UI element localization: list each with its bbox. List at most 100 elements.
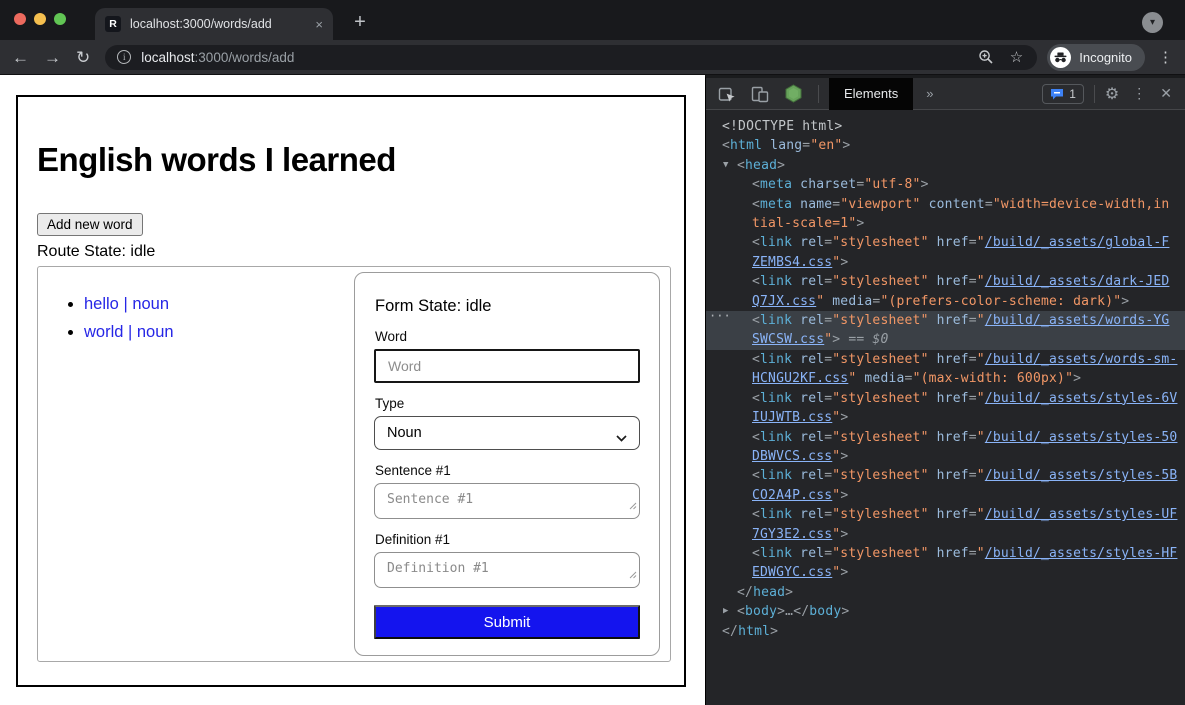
- incognito-label: Incognito: [1079, 50, 1132, 65]
- code-token: href: [929, 391, 969, 406]
- browser-tab[interactable]: R localhost:3000/words/add ×: [95, 8, 333, 40]
- code-token: </: [722, 624, 738, 639]
- new-tab-button[interactable]: +: [348, 10, 372, 34]
- code-token: "en": [810, 138, 842, 153]
- dom-tree-node[interactable]: HCNGU2KF.css" media="(max-width: 600px)"…: [706, 369, 1185, 388]
- dom-tree-node[interactable]: <meta charset="utf-8">: [706, 175, 1185, 194]
- tab-elements[interactable]: Elements: [829, 78, 913, 110]
- dom-tree-node[interactable]: </head>: [706, 583, 1185, 602]
- node-extension-icon[interactable]: [784, 84, 803, 103]
- maximize-window-button[interactable]: [54, 13, 66, 25]
- forward-button[interactable]: →: [44, 49, 61, 66]
- code-token: meta: [760, 177, 792, 192]
- definition-textarea[interactable]: [374, 552, 640, 588]
- node-actions-dots-icon[interactable]: ···: [709, 307, 731, 326]
- expand-arrow-open-icon[interactable]: ▼: [723, 156, 729, 175]
- dom-tree: <!DOCTYPE html><html lang="en">▼<head><m…: [706, 110, 1185, 686]
- code-token: HCNGU2KF.css: [752, 371, 848, 386]
- dom-tree-node[interactable]: ▼<head>: [706, 156, 1185, 175]
- dom-tree-node[interactable]: ▶<body>…</body>: [706, 602, 1185, 621]
- code-token: href: [929, 430, 969, 445]
- code-token: <: [752, 235, 760, 250]
- minimize-window-button[interactable]: [34, 13, 46, 25]
- resize-grip-icon[interactable]: [629, 566, 637, 584]
- more-panels-icon[interactable]: »: [926, 86, 932, 101]
- code-token: >: [785, 585, 793, 600]
- dom-tree-node[interactable]: SWCSW.css"> == $0: [706, 330, 1185, 349]
- code-token: body: [745, 604, 777, 619]
- dom-tree-node[interactable]: IUJWTB.css">: [706, 408, 1185, 427]
- word-input[interactable]: [374, 349, 640, 383]
- close-window-button[interactable]: [14, 13, 26, 25]
- tab-close-icon[interactable]: ×: [315, 17, 323, 32]
- code-token: "stylesheet": [832, 468, 928, 483]
- dom-tree-node[interactable]: ···<link rel="stylesheet" href="/build/_…: [706, 311, 1185, 330]
- devtools-menu-icon[interactable]: ⋮: [1132, 85, 1146, 102]
- word-link[interactable]: hello | noun: [84, 295, 169, 313]
- code-token: EDWGYC.css: [752, 565, 832, 580]
- dom-tree-node[interactable]: EDWGYC.css">: [706, 563, 1185, 582]
- code-token: link: [760, 546, 792, 561]
- zoom-page-icon[interactable]: [978, 49, 994, 65]
- code-token: </: [793, 604, 809, 619]
- dom-tree-node[interactable]: <link rel="stylesheet" href="/build/_ass…: [706, 466, 1185, 485]
- type-select[interactable]: Noun: [374, 416, 640, 450]
- page-info-icon[interactable]: i: [117, 50, 131, 64]
- dom-tree-node[interactable]: 7GY3E2.css">: [706, 525, 1185, 544]
- dom-tree-node[interactable]: ZEMBS4.css">: [706, 253, 1185, 272]
- code-token: media: [856, 371, 904, 386]
- dom-tree-node[interactable]: <meta name="viewport" content="width=dev…: [706, 195, 1185, 214]
- add-word-form: Form State: idle Word Type Noun: [354, 272, 660, 656]
- dom-tree-node[interactable]: tial-scale=1">: [706, 214, 1185, 233]
- dom-tree-node[interactable]: DBWVCS.css">: [706, 447, 1185, 466]
- code-token: =: [969, 430, 977, 445]
- code-token: <: [752, 430, 760, 445]
- dom-tree-node[interactable]: </html>: [706, 622, 1185, 641]
- code-token: "(prefers-color-scheme: dark)": [880, 294, 1121, 309]
- address-bar[interactable]: i localhost:3000/words/add ☆: [105, 45, 1037, 70]
- words-panel: hello | noun world | noun Form State: idl…: [37, 266, 671, 662]
- issues-counter[interactable]: 1: [1042, 84, 1084, 104]
- dom-tree-node[interactable]: <link rel="stylesheet" href="/build/_ass…: [706, 350, 1185, 369]
- expand-arrow-closed-icon[interactable]: ▶: [723, 602, 729, 621]
- dom-tree-node[interactable]: <!DOCTYPE html>: [706, 117, 1185, 136]
- issues-bubble-icon: [1050, 88, 1064, 100]
- page-title: English words I learned: [37, 141, 684, 179]
- inspect-element-icon[interactable]: [718, 85, 736, 103]
- code-token: >: [777, 604, 785, 619]
- code-token: charset: [792, 177, 856, 192]
- code-token: "stylesheet": [832, 391, 928, 406]
- code-token: /build/_assets/styles-HF: [985, 546, 1178, 561]
- code-token: href: [929, 468, 969, 483]
- devtools-close-icon[interactable]: ✕: [1160, 85, 1172, 102]
- dom-tree-node[interactable]: <link rel="stylesheet" href="/build/_ass…: [706, 505, 1185, 524]
- back-button[interactable]: ←: [12, 49, 29, 66]
- code-token: <: [752, 546, 760, 561]
- dom-tree-node[interactable]: <html lang="en">: [706, 136, 1185, 155]
- code-token: rel: [792, 468, 824, 483]
- device-toolbar-icon[interactable]: [751, 85, 769, 103]
- dom-tree-node[interactable]: <link rel="stylesheet" href="/build/_ass…: [706, 428, 1185, 447]
- remix-favicon-icon: R: [105, 16, 121, 32]
- dom-tree-node[interactable]: <link rel="stylesheet" href="/build/_ass…: [706, 544, 1185, 563]
- reload-button[interactable]: ↻: [76, 49, 90, 66]
- dom-tree-node[interactable]: CO2A4P.css">: [706, 486, 1185, 505]
- word-link[interactable]: world | noun: [84, 323, 174, 341]
- code-token: =: [969, 235, 977, 250]
- bookmark-star-icon[interactable]: ☆: [1010, 48, 1023, 66]
- dom-tree-node[interactable]: <link rel="stylesheet" href="/build/_ass…: [706, 389, 1185, 408]
- code-token: ==: [840, 332, 872, 347]
- browser-menu-icon[interactable]: ⋮: [1158, 48, 1173, 66]
- dom-tree-node[interactable]: Q7JX.css" media="(prefers-color-scheme: …: [706, 292, 1185, 311]
- resize-grip-icon[interactable]: [629, 497, 637, 515]
- code-token: /build/_assets/styles-50: [985, 430, 1178, 445]
- code-token: "stylesheet": [832, 507, 928, 522]
- dom-tree-node[interactable]: <link rel="stylesheet" href="/build/_ass…: [706, 272, 1185, 291]
- settings-gear-icon[interactable]: ⚙: [1105, 84, 1119, 104]
- add-new-word-button[interactable]: Add new word: [37, 213, 143, 236]
- sentence-textarea[interactable]: [374, 483, 640, 519]
- dom-tree-node[interactable]: <link rel="stylesheet" href="/build/_ass…: [706, 233, 1185, 252]
- tab-search-button[interactable]: ▾: [1142, 12, 1163, 33]
- submit-button[interactable]: Submit: [374, 605, 640, 639]
- code-token: link: [760, 468, 792, 483]
